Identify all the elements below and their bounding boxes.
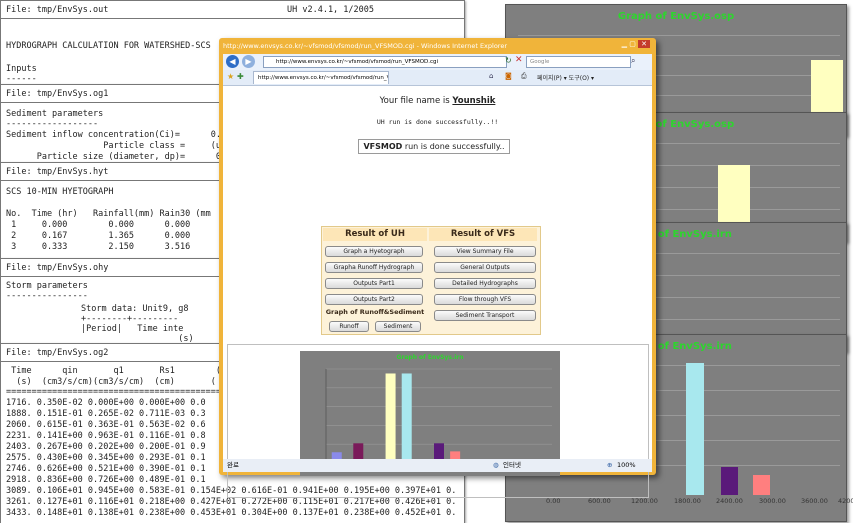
- file-name-line: Your file name is Younshik: [223, 96, 652, 106]
- file-header: File: tmp/EnvSys.ohy: [6, 263, 109, 273]
- search-input[interactable]: Google: [526, 56, 631, 68]
- table-header: Time qin q1 Rs1 (: [6, 366, 221, 376]
- uh-column-header: Result of UH: [323, 228, 427, 241]
- feeds-icon[interactable]: ◙: [505, 72, 512, 80]
- chart-title: Graph of EnvSys.irn: [396, 354, 463, 361]
- vfs-label: VFSMOD: [363, 142, 403, 151]
- x-tick: 0.00: [546, 497, 561, 505]
- globe-icon: ◍: [493, 461, 499, 469]
- tab-bar: ★ ✚ http://www.envsys.co.kr/~vfsmod/vfsm…: [223, 70, 652, 86]
- detailed-hydrographs-button[interactable]: Detailed Hydrographs: [434, 278, 536, 289]
- back-icon[interactable]: ◀: [226, 55, 239, 68]
- status-bar: 완료 ◍ 인터넷 ⊕ 100%: [223, 459, 652, 472]
- section-title: SCS 10-MIN HYETOGRAPH: [6, 187, 114, 197]
- browser-window: http://www.envsys.co.kr/~vfsmod/vfsmod/r…: [219, 38, 656, 498]
- vfs-column-header: Result of VFS: [429, 228, 537, 241]
- file-header: File: tmp/EnvSys.out: [6, 5, 109, 15]
- browser-tab[interactable]: http://www.envsys.co.kr/~vfsmod/vfsmod/r…: [253, 71, 389, 84]
- bar: [721, 467, 738, 495]
- address-bar[interactable]: http://www.envsys.co.kr/~vfsmod/vfsmod/r…: [263, 56, 507, 68]
- zoom-icon[interactable]: ⊕: [607, 459, 612, 472]
- bar: [385, 373, 396, 463]
- sediment-button[interactable]: Sediment: [375, 321, 421, 332]
- param-line: Particle class = (us: [6, 141, 227, 151]
- print-icon[interactable]: ⎙: [521, 72, 527, 81]
- table-row: 3261. 0.127E+01 0.116E+01 0.218E+00 0.42…: [6, 497, 457, 507]
- heading: HYDROGRAPH CALCULATION FOR WATERSHED-SCS: [6, 41, 211, 51]
- table-row: 3433. 0.148E+01 0.138E+01 0.238E+00 0.45…: [6, 508, 457, 518]
- chart-svg: Graph of EnvSys.irn0.00600.001200.001800…: [320, 354, 558, 473]
- x-tick: 3600.00: [801, 497, 828, 505]
- file-header: File: tmp/EnvSys.hyt: [6, 167, 109, 177]
- bar: [401, 373, 412, 463]
- param-line: Sediment inflow concentration(Ci)= 0.0: [6, 130, 227, 140]
- version-label: UH v2.4.1, 1/2005: [287, 5, 374, 15]
- zone-label: 인터넷: [503, 461, 521, 469]
- x-tick: 4200: [838, 497, 853, 505]
- maximize-icon[interactable]: ▢: [629, 40, 636, 48]
- navigation-bar: ◀ ▶ http://www.envsys.co.kr/~vfsmod/vfsm…: [223, 54, 652, 70]
- page-content: Your file name is Younshik UH run is don…: [223, 86, 652, 498]
- x-tick: 1800.00: [674, 497, 701, 505]
- outputs-part2-button[interactable]: Outputs Part2: [325, 294, 423, 305]
- view-summary-file-button[interactable]: View Summary File: [434, 246, 536, 257]
- general-outputs-button[interactable]: General Outputs: [434, 262, 536, 273]
- table-row: 2575. 0.430E+00 0.345E+00 0.293E-01 0.1: [6, 453, 206, 463]
- rule-text: ------------------: [6, 119, 99, 129]
- search-icon[interactable]: ⌕: [631, 56, 635, 66]
- file-header: File: tmp/EnvSys.og1: [6, 89, 109, 99]
- page-tools-menu[interactable]: 페이지(P) ▾ 도구(O) ▾: [537, 73, 594, 82]
- x-axis-ticks: 0.00 600.00 1200.00 1800.00 2400.00 3000…: [546, 497, 853, 509]
- minimize-icon[interactable]: ▁: [622, 40, 627, 48]
- window-title: http://www.envsys.co.kr/~vfsmod/vfsmod/r…: [223, 42, 508, 50]
- vfs-status-box: VFSMOD run is done successfully..: [358, 139, 510, 154]
- window-buttons: ▁ ▢ ✕: [622, 40, 650, 48]
- bar: [686, 363, 704, 495]
- add-favorites-icon[interactable]: ✚: [237, 72, 244, 81]
- file-header: File: tmp/EnvSys.og2: [6, 348, 109, 358]
- table-row: 1888. 0.151E-01 0.265E-02 0.711E-03 0.3: [6, 409, 206, 419]
- x-tick: 3000.00: [759, 497, 786, 505]
- rule-text: ----------------: [6, 291, 88, 301]
- runoff-sediment-label: Graph of Runoff&Sediment: [325, 308, 425, 316]
- table-row: 2 0.167 1.365 0.000: [6, 231, 191, 241]
- uh-status-message: UH run is done successfully..!!: [376, 118, 499, 126]
- status-text: 완료: [227, 461, 239, 469]
- table-row: 2918. 0.836E+00 0.726E+00 0.489E-01 0.1: [6, 475, 206, 485]
- sediment-transport-button[interactable]: Sediment Transport: [434, 310, 536, 321]
- runoff-button[interactable]: Runoff: [329, 321, 369, 332]
- home-icon[interactable]: ⌂: [489, 72, 493, 80]
- embedded-chart: Graph of EnvSys.irn0.00600.001200.001800…: [300, 351, 560, 476]
- table-row: 2746. 0.626E+00 0.521E+00 0.390E-01 0.1: [6, 464, 206, 474]
- graph-title: Graph of EnvSys.osp: [617, 11, 735, 22]
- x-tick: 1200.00: [631, 497, 658, 505]
- close-icon[interactable]: ✕: [638, 40, 650, 48]
- favorites-icon[interactable]: ★: [227, 72, 234, 81]
- refresh-icon[interactable]: ↻: [505, 56, 512, 65]
- outputs-part1-button[interactable]: Outputs Part1: [325, 278, 423, 289]
- bar: [753, 475, 770, 495]
- table-row: 2403. 0.267E+00 0.202E+00 0.200E-01 0.9: [6, 442, 206, 452]
- table-header: No. Time (hr) Rainfall(mm) Rain30 (mm: [6, 209, 211, 219]
- table-row: 3 0.333 2.150 3.516: [6, 242, 191, 252]
- forward-icon[interactable]: ▶: [242, 55, 255, 68]
- table-row: 2060. 0.615E-01 0.363E-01 0.563E-02 0.6: [6, 420, 206, 430]
- stop-icon[interactable]: ✕: [515, 55, 523, 65]
- table-row: 1716. 0.350E-02 0.000E+00 0.000E+00 0.0: [6, 398, 206, 408]
- zoom-level[interactable]: 100%: [617, 459, 636, 472]
- x-tick: 600.00: [588, 497, 611, 505]
- graph-runoff-hydrograph-button[interactable]: Grapha Runoff Hydrograph: [325, 262, 423, 273]
- vfs-message: run is done successfully..: [402, 142, 505, 151]
- table-row: 2231. 0.141E+00 0.963E-01 0.116E-01 0.8: [6, 431, 206, 441]
- table-row: 1 0.000 0.000 0.000: [6, 220, 191, 230]
- graph-hyetograph-button[interactable]: Graph a Hyetograph: [325, 246, 423, 257]
- file-name: Younshik: [452, 96, 496, 106]
- flow-through-vfs-button[interactable]: Flow through VFS: [434, 294, 536, 305]
- x-tick: 2400.00: [716, 497, 743, 505]
- file-name-prefix: Your file name is: [379, 96, 453, 106]
